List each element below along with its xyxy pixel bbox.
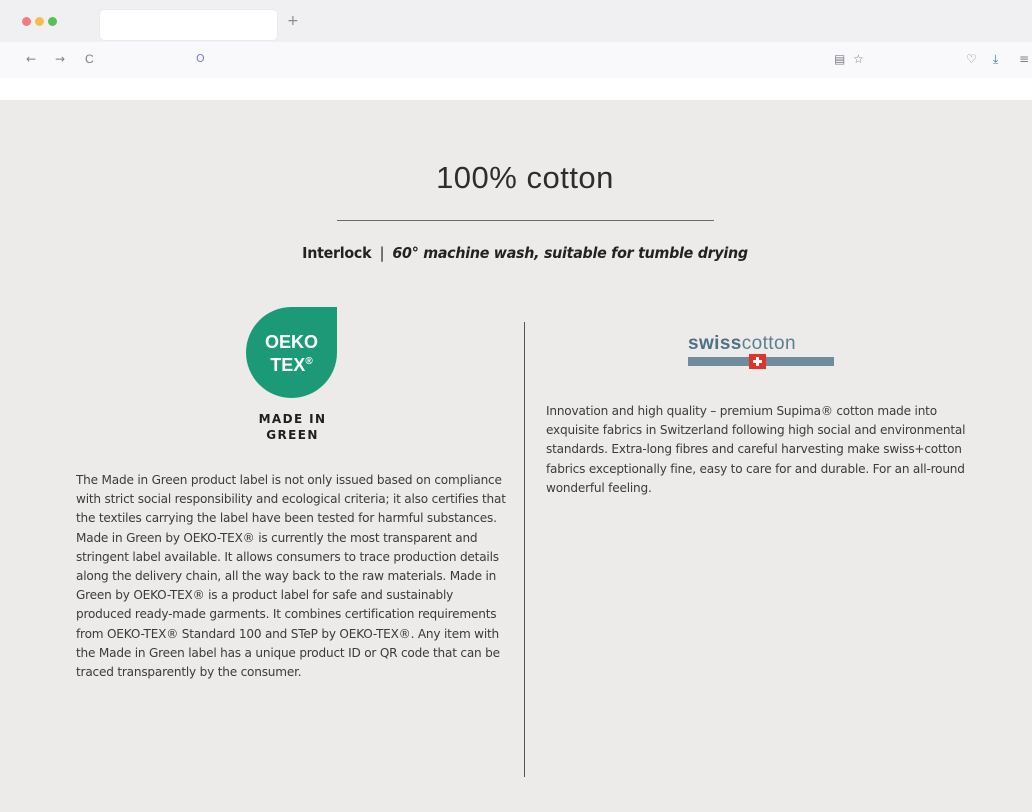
swisscotton-light: cotton xyxy=(741,333,796,354)
oeko-logo-line2: TEX xyxy=(270,355,306,375)
swisscotton-description: Innovation and high quality – premium Su… xyxy=(546,404,966,495)
close-window-button[interactable] xyxy=(22,17,31,26)
swisscotton-wordmark: swisscotton xyxy=(688,333,796,355)
oeko-logo-line1: OEKO xyxy=(264,332,318,352)
column-divider xyxy=(524,322,525,777)
care-instructions: 60° machine wash, suitable for tumble dr… xyxy=(392,244,748,262)
back-arrow-icon[interactable]: ← xyxy=(26,51,36,67)
browser-window: + ← → C ▤ ☆ ♡ ⤓ ≡ O 100% cotton Interloc… xyxy=(0,0,1032,812)
swisscotton-bold: swiss xyxy=(688,333,742,354)
maximize-window-button[interactable] xyxy=(48,17,57,26)
subtitle-separator: | xyxy=(379,244,385,262)
menu-icon[interactable]: ≡ xyxy=(1019,51,1029,67)
reload-icon[interactable]: C xyxy=(85,51,94,67)
made-in-green-label: MADE IN GREEN xyxy=(240,411,345,443)
tab-bar: + xyxy=(0,0,1032,42)
green-line: GREEN xyxy=(266,428,319,442)
tracking-shield-icon[interactable]: O xyxy=(196,52,205,65)
address-bar[interactable] xyxy=(190,46,880,74)
page-header-strip xyxy=(0,78,1032,100)
fabric-type: Interlock xyxy=(302,244,372,262)
page-title: 100% cotton xyxy=(436,160,614,195)
pocket-icon[interactable]: ♡ xyxy=(966,51,977,67)
made-in-line: MADE IN xyxy=(258,412,327,426)
download-icon[interactable]: ⤓ xyxy=(993,51,998,67)
title-underline xyxy=(337,220,714,221)
oeko-logo-registered: ® xyxy=(305,356,313,367)
minimize-window-button[interactable] xyxy=(35,17,44,26)
swiss-cross-icon xyxy=(749,354,766,369)
browser-tab-active[interactable] xyxy=(100,10,277,40)
fabric-care-line: Interlock | 60° machine wash, suitable for… xyxy=(42,244,1008,262)
oeko-tex-logo-text: OEKO TEX® xyxy=(246,333,337,375)
oeko-tex-logo: OEKO TEX® xyxy=(246,307,337,398)
forward-arrow-icon[interactable]: → xyxy=(55,51,65,67)
new-tab-button[interactable]: + xyxy=(287,13,299,29)
swisscotton-logo: swisscotton xyxy=(688,333,834,373)
oeko-description: The Made in Green product label is not o… xyxy=(76,473,506,680)
